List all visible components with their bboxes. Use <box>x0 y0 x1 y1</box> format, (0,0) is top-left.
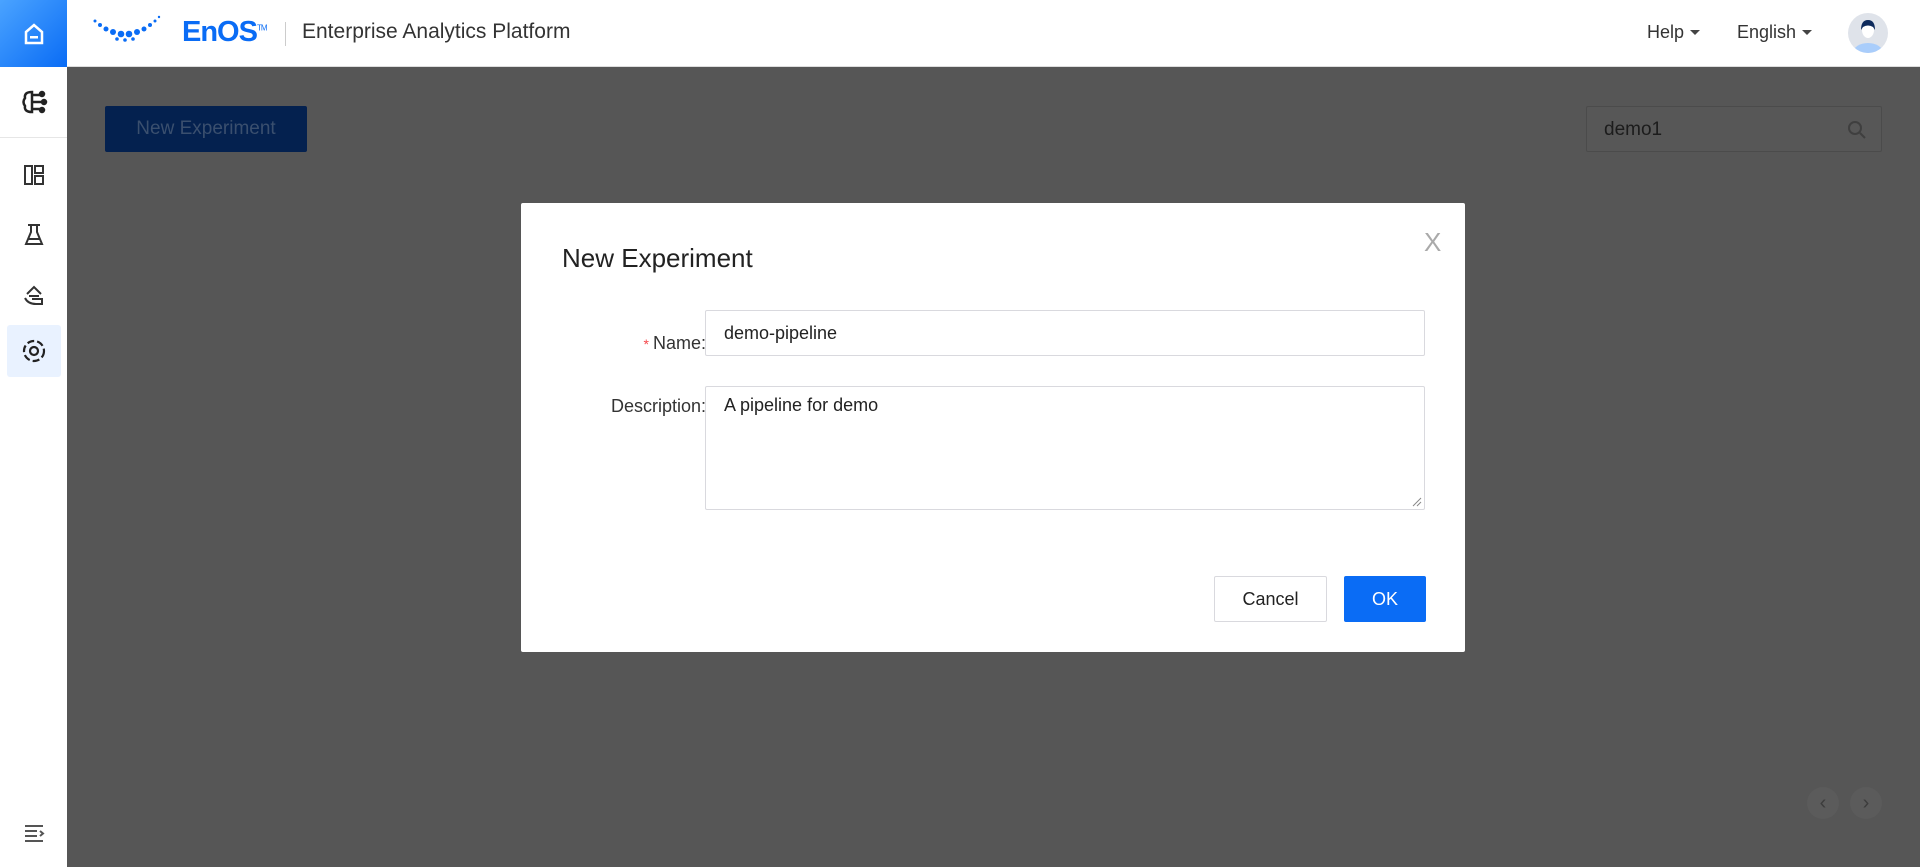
menu-collapse-icon <box>25 825 45 842</box>
close-icon[interactable]: X <box>1424 229 1441 255</box>
language-label: English <box>1737 22 1797 42</box>
description-label: Description: <box>610 396 706 416</box>
help-label: Help <box>1647 22 1685 42</box>
cancel-button[interactable]: Cancel <box>1214 576 1327 622</box>
language-menu[interactable]: English <box>1737 22 1813 43</box>
dialog-title: New Experiment <box>562 243 753 273</box>
sidebar-divider <box>0 137 67 138</box>
caret-down-icon <box>1802 30 1813 35</box>
sidebar-item-model[interactable] <box>7 269 61 321</box>
flask-icon <box>24 224 44 245</box>
logo-dots-icon <box>93 15 161 42</box>
next-page-button[interactable]: › <box>1850 787 1882 819</box>
sidebar-item-dashboard[interactable] <box>7 149 61 201</box>
chevron-left-icon: ‹ <box>1819 791 1827 814</box>
required-asterisk-icon: * <box>643 336 649 352</box>
chevron-right-icon: › <box>1862 791 1870 814</box>
sidebar <box>0 67 67 867</box>
sidebar-item-ai[interactable] <box>7 76 61 128</box>
new-experiment-button[interactable]: New Experiment <box>105 106 307 152</box>
sidebar-collapse[interactable] <box>7 807 61 859</box>
header-divider <box>285 22 286 46</box>
dashboard-icon <box>24 165 44 185</box>
home-icon <box>24 22 43 44</box>
user-icon <box>1853 20 1883 53</box>
user-avatar[interactable] <box>1848 13 1888 53</box>
description-value: A pipeline for demo <box>724 395 879 415</box>
ok-button[interactable]: OK <box>1344 576 1426 622</box>
name-label: * Name: <box>643 333 706 353</box>
ai-network-icon <box>22 90 48 114</box>
search-input[interactable]: demo1 <box>1586 106 1882 152</box>
top-header: EnOSTM Enterprise Analytics Platform Hel… <box>0 0 1920 67</box>
caret-down-icon <box>1690 30 1701 35</box>
sidebar-item-pipeline[interactable] <box>7 325 61 377</box>
search-icon[interactable] <box>1847 120 1867 140</box>
search-value: demo1 <box>1604 119 1663 140</box>
pipeline-target-icon <box>22 339 46 363</box>
enos-logo: EnOSTM <box>92 14 267 50</box>
description-textarea[interactable]: A pipeline for demo <box>705 386 1425 510</box>
name-input[interactable]: demo-pipeline <box>705 310 1425 356</box>
help-menu[interactable]: Help <box>1647 22 1701 43</box>
app-title: Enterprise Analytics Platform <box>302 20 571 43</box>
prev-page-button[interactable]: ‹ <box>1807 787 1839 819</box>
resize-handle-icon[interactable] <box>1412 497 1422 507</box>
home-button[interactable] <box>0 0 67 67</box>
sidebar-item-lab[interactable] <box>7 209 61 261</box>
hand-model-icon <box>24 285 43 305</box>
new-experiment-dialog: New Experiment X * Name: demo-pipeline De… <box>521 203 1465 652</box>
